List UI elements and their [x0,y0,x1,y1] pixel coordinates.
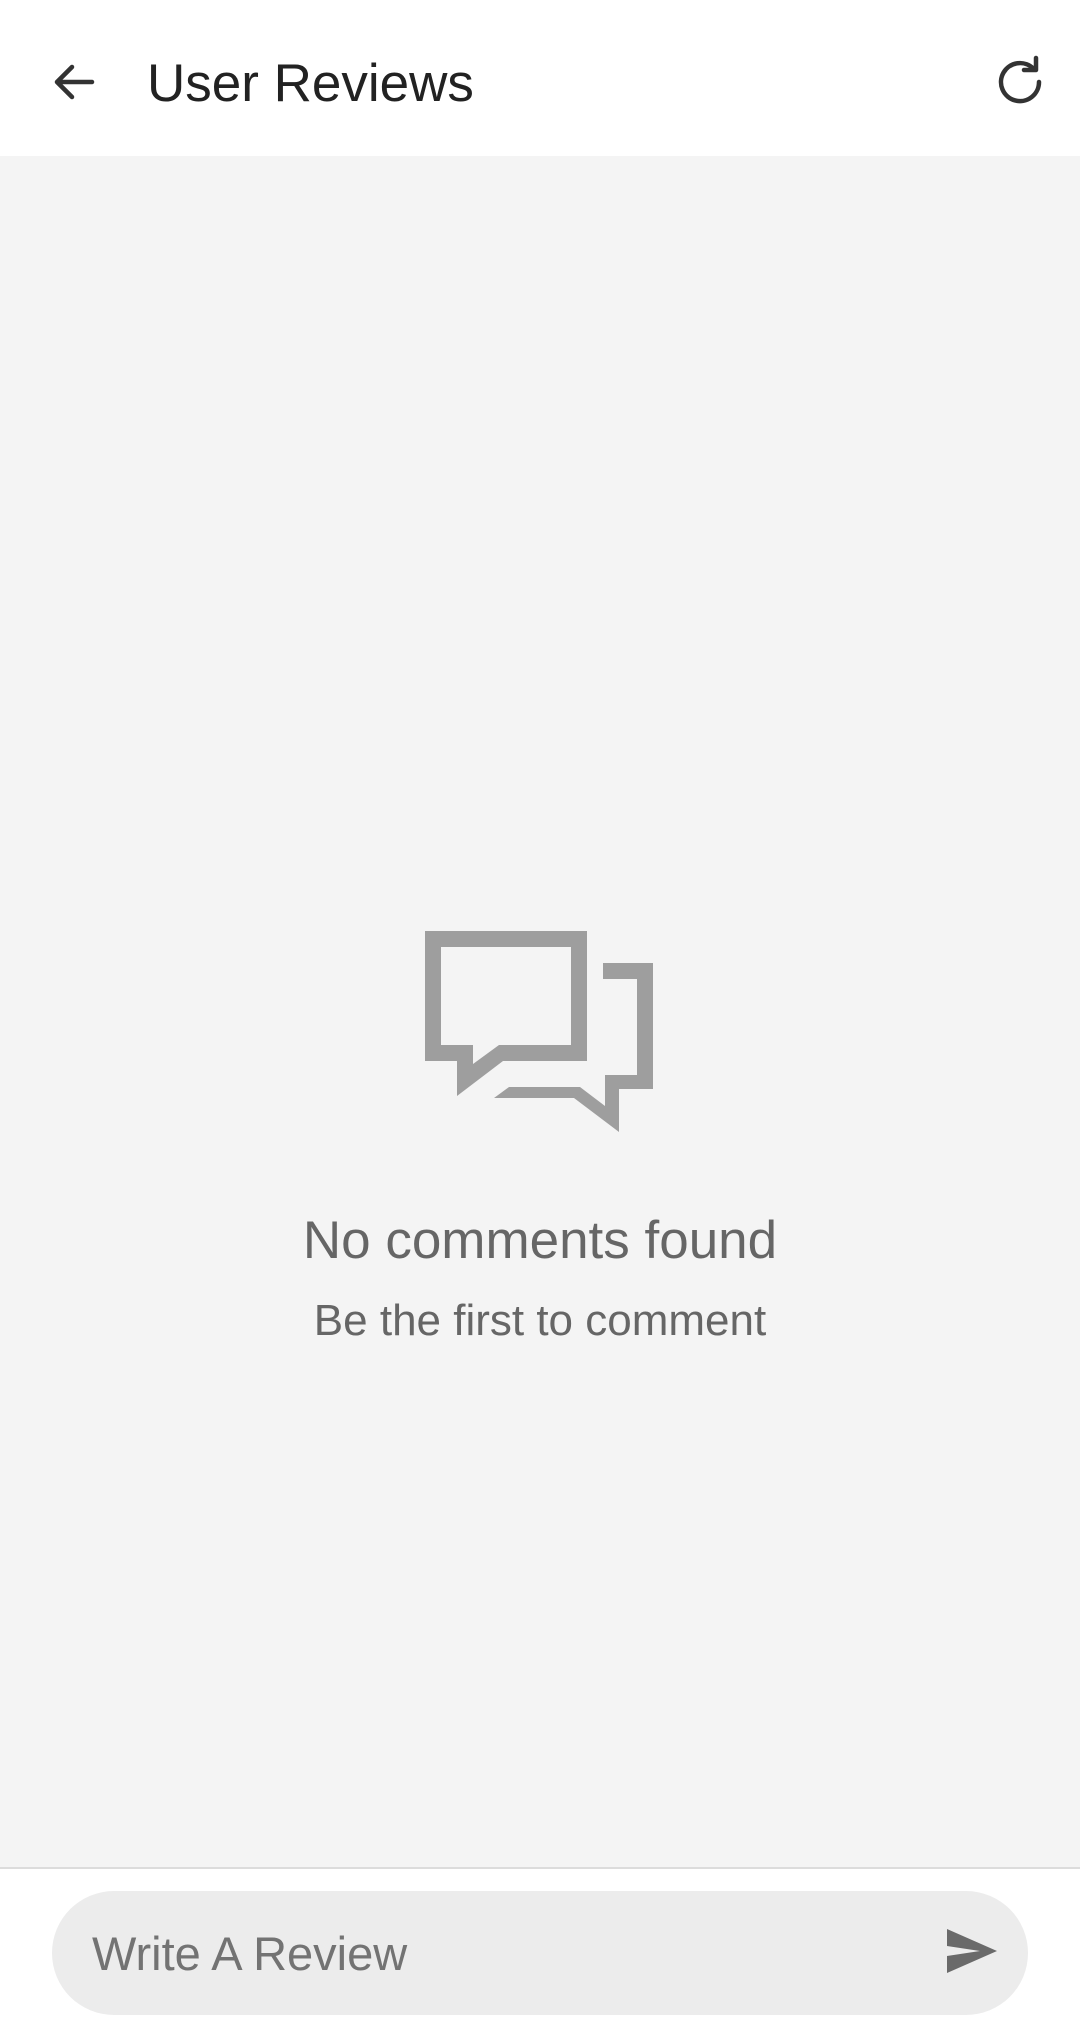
chat-bubbles-icon [423,929,657,1139]
empty-state: No comments found Be the first to commen… [0,156,1080,1867]
refresh-icon [992,54,1048,115]
review-composer [0,1867,1080,2041]
page-title: User Reviews [147,54,474,113]
send-icon [946,1928,998,1979]
empty-state-title: No comments found [302,1211,778,1270]
app-bar: User Reviews [0,0,1080,156]
review-input-container [52,1891,1028,2015]
arrow-left-icon [50,58,98,111]
refresh-button[interactable] [980,44,1060,124]
user-reviews-screen: User Reviews No comments found Be the fi… [0,0,1080,2041]
empty-state-subtitle: Be the first to comment [313,1296,767,1345]
reviews-list-area[interactable]: No comments found Be the first to commen… [0,156,1080,1867]
review-input[interactable] [92,1891,912,2015]
back-button[interactable] [40,44,108,124]
send-button[interactable] [932,1913,1012,1993]
